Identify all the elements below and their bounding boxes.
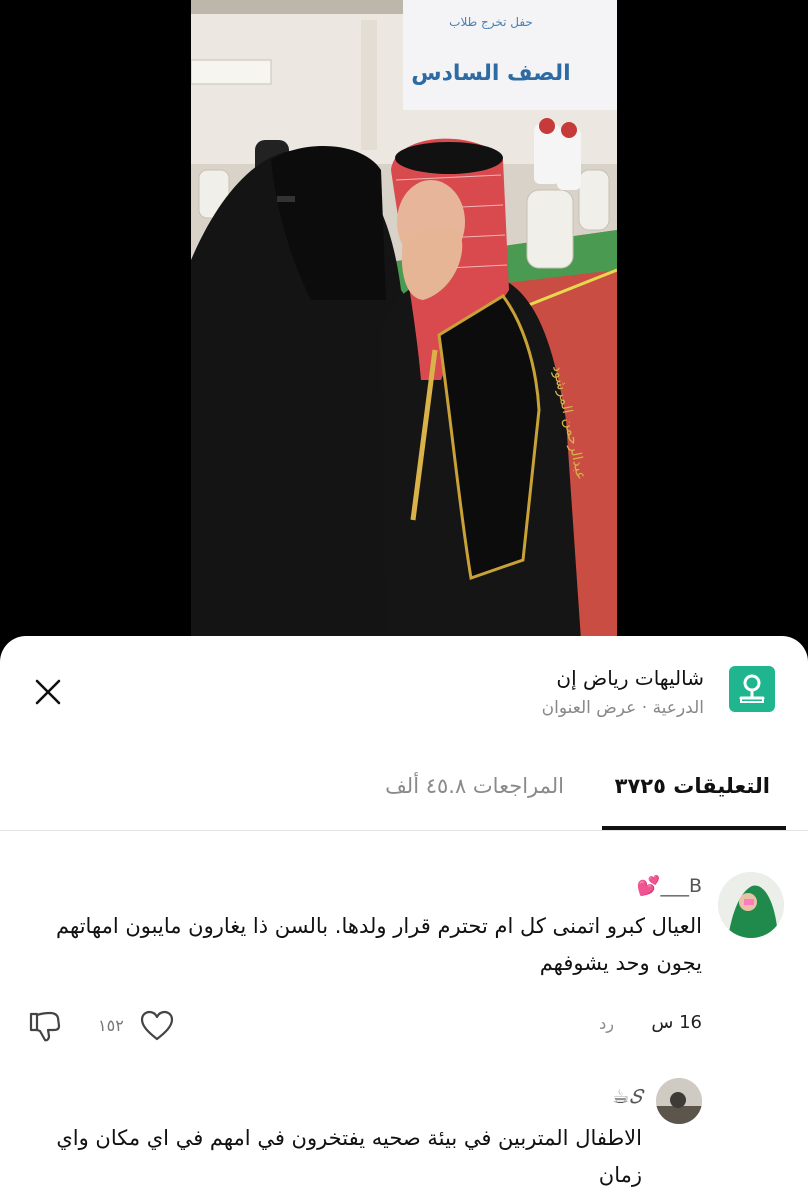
video-player[interactable]: حفل تخرج طلاب الصف السادس عبدالرحمن المر… [191,0,617,650]
thumbs-down-icon [29,1011,61,1042]
like-button[interactable] [140,1010,174,1042]
comment-text: العيال كبرو اتمنى كل ام تحترم قرار ولدها… [56,914,702,975]
video-frame: حفل تخرج طلاب الصف السادس عبدالرحمن المر… [191,0,617,650]
place-sheet: شاليهات رياض إن الدرعية · عرض العنوان ال… [0,636,808,1200]
dislike-button[interactable] [28,1010,62,1044]
screen: حفل تخرج طلاب الصف السادس عبدالرحمن المر… [0,0,808,1200]
banner-line1: حفل تخرج طلاب [449,15,533,30]
avatar[interactable] [718,872,784,938]
avatar-image [656,1078,702,1124]
comment-time: 16 س [651,1012,702,1033]
divider [0,830,808,831]
comment-username[interactable]: 💕___B [637,874,702,897]
comment-username[interactable]: ☕𝑆 [612,1086,642,1108]
place-name[interactable]: شاليهات رياض إن [556,666,704,690]
tab-reviews[interactable]: المراجعات ٤٥.٨ ألف [385,774,564,798]
tab-bar: التعليقات ٣٧٢٥ المراجعات ٤٥.٨ ألف [0,758,808,830]
separator: · [636,698,653,718]
comment-text: الاطفال المتربين في بيئة صحيه يفتخرون في… [56,1126,642,1187]
comment-item: ☕𝑆 الاطفال المتربين في بيئة صحيه يفتخرون… [0,1076,808,1200]
close-button[interactable] [28,672,68,712]
place-location: الدرعية [652,698,704,718]
map-pin-icon [739,674,765,703]
place-icon-badge[interactable] [729,666,775,712]
banner-line2: الصف السادس [411,61,570,86]
like-count: ١٥٢ [98,1016,124,1035]
avatar[interactable] [656,1078,702,1124]
close-icon [35,679,61,705]
comment-item: 💕___B العيال كبرو اتمنى كل ام تحترم قرار… [0,868,808,1078]
place-subtitle: الدرعية · عرض العنوان [542,698,704,718]
heart-icon [140,1010,174,1041]
tab-comments[interactable]: التعليقات ٣٧٢٥ [615,774,770,798]
view-address-link[interactable]: عرض العنوان [542,698,637,718]
reply-button[interactable]: رد [599,1014,614,1033]
avatar-image [718,872,784,938]
